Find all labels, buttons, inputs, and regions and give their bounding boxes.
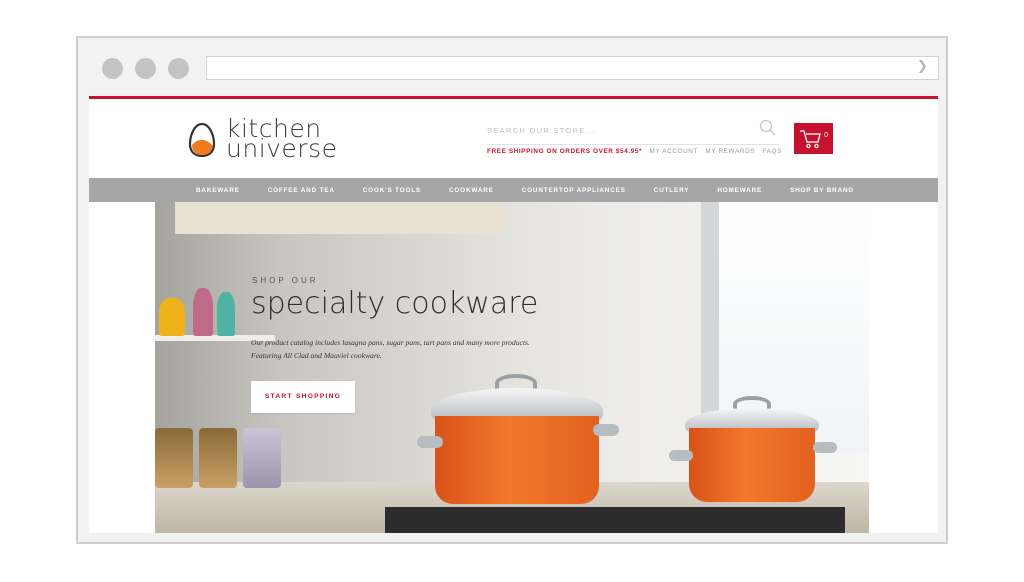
hero-vase-yellow xyxy=(159,298,185,336)
small-orange-pot xyxy=(669,396,837,512)
free-shipping-notice: FREE SHIPPING ON ORDERS OVER $54.95* xyxy=(487,148,643,155)
forward-arrow-icon[interactable]: ❯ xyxy=(917,59,928,74)
window-close-dot[interactable] xyxy=(102,58,123,79)
cart-count: 0 xyxy=(824,132,828,139)
hero-banner: SHOP OUR specialty cookware Our product … xyxy=(155,202,869,533)
hero-description: Our product catalog includes lasagna pan… xyxy=(251,338,530,360)
nav-item-homeware[interactable]: HOMEWARE xyxy=(717,187,762,194)
cart-button[interactable]: 0 xyxy=(794,123,833,154)
hero-cabinet xyxy=(175,202,505,234)
search-bar[interactable]: SEARCH OUR STORE... xyxy=(487,119,779,145)
start-shopping-button[interactable]: START SHOPPING xyxy=(251,381,355,413)
cart-icon xyxy=(800,130,821,149)
nav-item-coffee-and-tea[interactable]: COFFEE AND TEA xyxy=(268,187,335,194)
hero-vase-pink xyxy=(193,288,213,336)
hero-jar xyxy=(199,428,237,488)
header-links: FREE SHIPPING ON ORDERS OVER $54.95* MY … xyxy=(487,148,787,155)
egg-logo-icon xyxy=(188,122,216,158)
nav-item-countertop-appliances[interactable]: COUNTERTOP APPLIANCES xyxy=(522,187,626,194)
faqs-link[interactable]: FAQS xyxy=(763,148,782,155)
search-icon[interactable] xyxy=(759,119,777,137)
nav-item-shop-by-brand[interactable]: SHOP BY BRAND xyxy=(790,187,854,194)
nav-item-cooks-tools[interactable]: COOK'S TOOLS xyxy=(363,187,421,194)
my-rewards-link[interactable]: MY REWARDS xyxy=(705,148,755,155)
search-input[interactable]: SEARCH OUR STORE... xyxy=(487,126,596,135)
hero-title: specialty cookware xyxy=(251,286,539,321)
window-maximize-dot[interactable] xyxy=(168,58,189,79)
nav-item-cutlery[interactable]: CUTLERY xyxy=(654,187,690,194)
site-logo[interactable]: kitchen universe xyxy=(188,116,368,163)
address-bar[interactable] xyxy=(206,56,939,80)
hero-kicker: SHOP OUR xyxy=(252,276,319,285)
brand-name-line2: universe xyxy=(226,134,338,163)
hero-jar xyxy=(155,428,193,488)
window-minimize-dot[interactable] xyxy=(135,58,156,79)
large-orange-pot xyxy=(417,374,619,514)
my-account-link[interactable]: MY ACCOUNT xyxy=(650,148,699,155)
hero-vase-teal xyxy=(217,292,235,336)
nav-item-bakeware[interactable]: BAKEWARE xyxy=(196,187,240,194)
main-nav: BAKEWARE COFFEE AND TEA COOK'S TOOLS COO… xyxy=(89,178,938,202)
web-page: kitchen universe SEARCH OUR STORE... FRE… xyxy=(89,99,938,533)
hero-jar xyxy=(243,428,281,488)
nav-item-cookware[interactable]: COOKWARE xyxy=(449,187,494,194)
